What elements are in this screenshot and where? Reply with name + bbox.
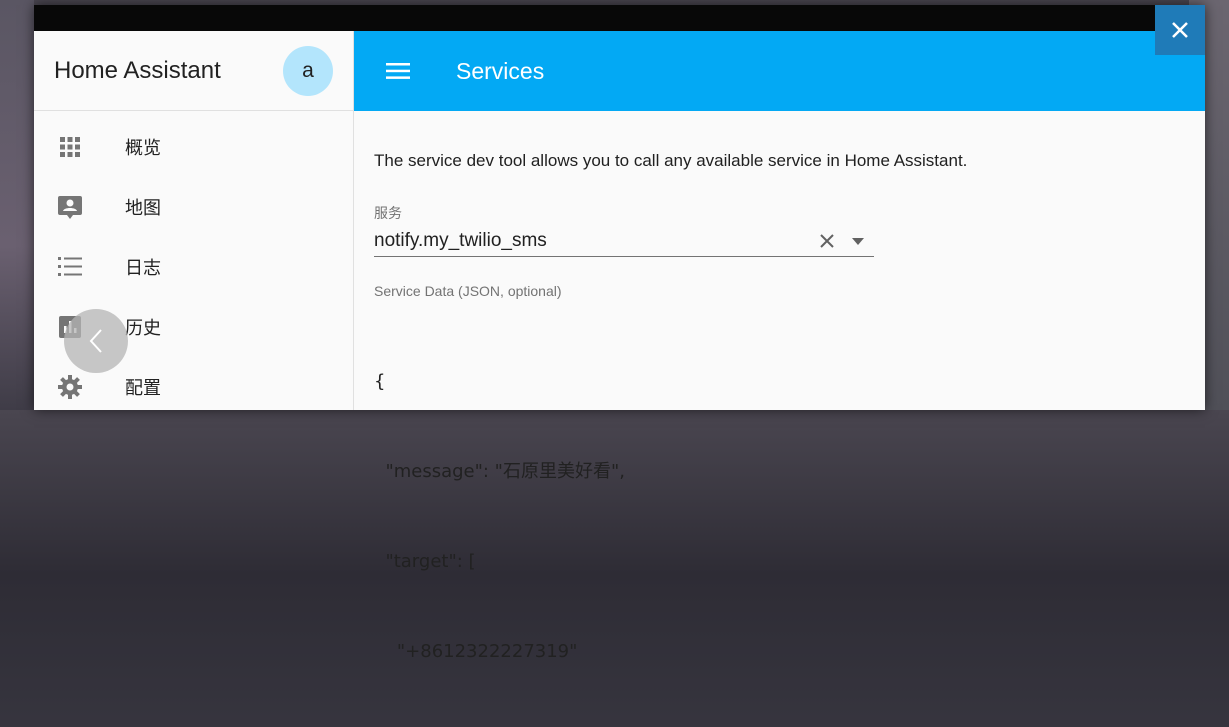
account-box-icon xyxy=(56,194,84,220)
service-value[interactable]: notify.my_twilio_sms xyxy=(374,230,816,252)
chevron-down-icon[interactable] xyxy=(852,237,866,245)
sidebar-item-label: 历史 xyxy=(125,318,161,339)
service-data-editor[interactable]: { "message": "石原里美好看", "target": [ "+861… xyxy=(374,307,1185,727)
menu-icon[interactable] xyxy=(386,62,414,80)
sidebar-item-overview[interactable]: 概览 xyxy=(34,117,353,177)
service-field-label: 服务 xyxy=(374,205,402,221)
nav-list: 概览 地图 日志 历史 配置 xyxy=(34,111,353,417)
json-line: "message": "石原里美好看", xyxy=(374,461,625,482)
window-topbar xyxy=(34,5,1205,31)
json-line: { xyxy=(374,371,386,392)
sidebar-item-map[interactable]: 地图 xyxy=(34,177,353,237)
sidebar-header: Home Assistant a xyxy=(34,31,353,111)
service-data-label: Service Data (JSON, optional) xyxy=(374,283,562,299)
sidebar-item-label: 概览 xyxy=(125,138,161,159)
sidebar-item-logbook[interactable]: 日志 xyxy=(34,237,353,297)
clear-icon[interactable] xyxy=(816,233,838,249)
description-text: The service dev tool allows you to call … xyxy=(374,151,968,170)
collapse-sidebar-button[interactable] xyxy=(64,309,128,373)
service-select[interactable]: notify.my_twilio_sms xyxy=(374,226,874,257)
sidebar-item-label: 日志 xyxy=(125,258,161,279)
json-line: "+8612322227319" xyxy=(374,641,578,662)
service-content: The service dev tool allows you to call … xyxy=(354,111,1205,727)
json-line: "target": [ xyxy=(374,551,476,572)
desktop-background-left xyxy=(0,0,34,410)
avatar[interactable]: a xyxy=(283,45,333,96)
sidebar-item-label: 配置 xyxy=(125,378,161,399)
page-title: Services xyxy=(456,57,545,84)
apps-grid-icon xyxy=(56,136,84,158)
app-title: Home Assistant xyxy=(54,56,221,84)
toolbar: Services xyxy=(354,31,1205,111)
gear-icon xyxy=(56,374,84,400)
main-panel: Services The service dev tool allows you… xyxy=(354,31,1205,662)
chevron-left-icon xyxy=(89,329,102,353)
list-icon xyxy=(56,256,84,278)
app-window: Home Assistant a 概览 地图 日志 历史 配置 Services… xyxy=(34,5,1205,662)
sidebar-item-label: 地图 xyxy=(125,198,161,219)
close-icon[interactable] xyxy=(1155,5,1205,55)
